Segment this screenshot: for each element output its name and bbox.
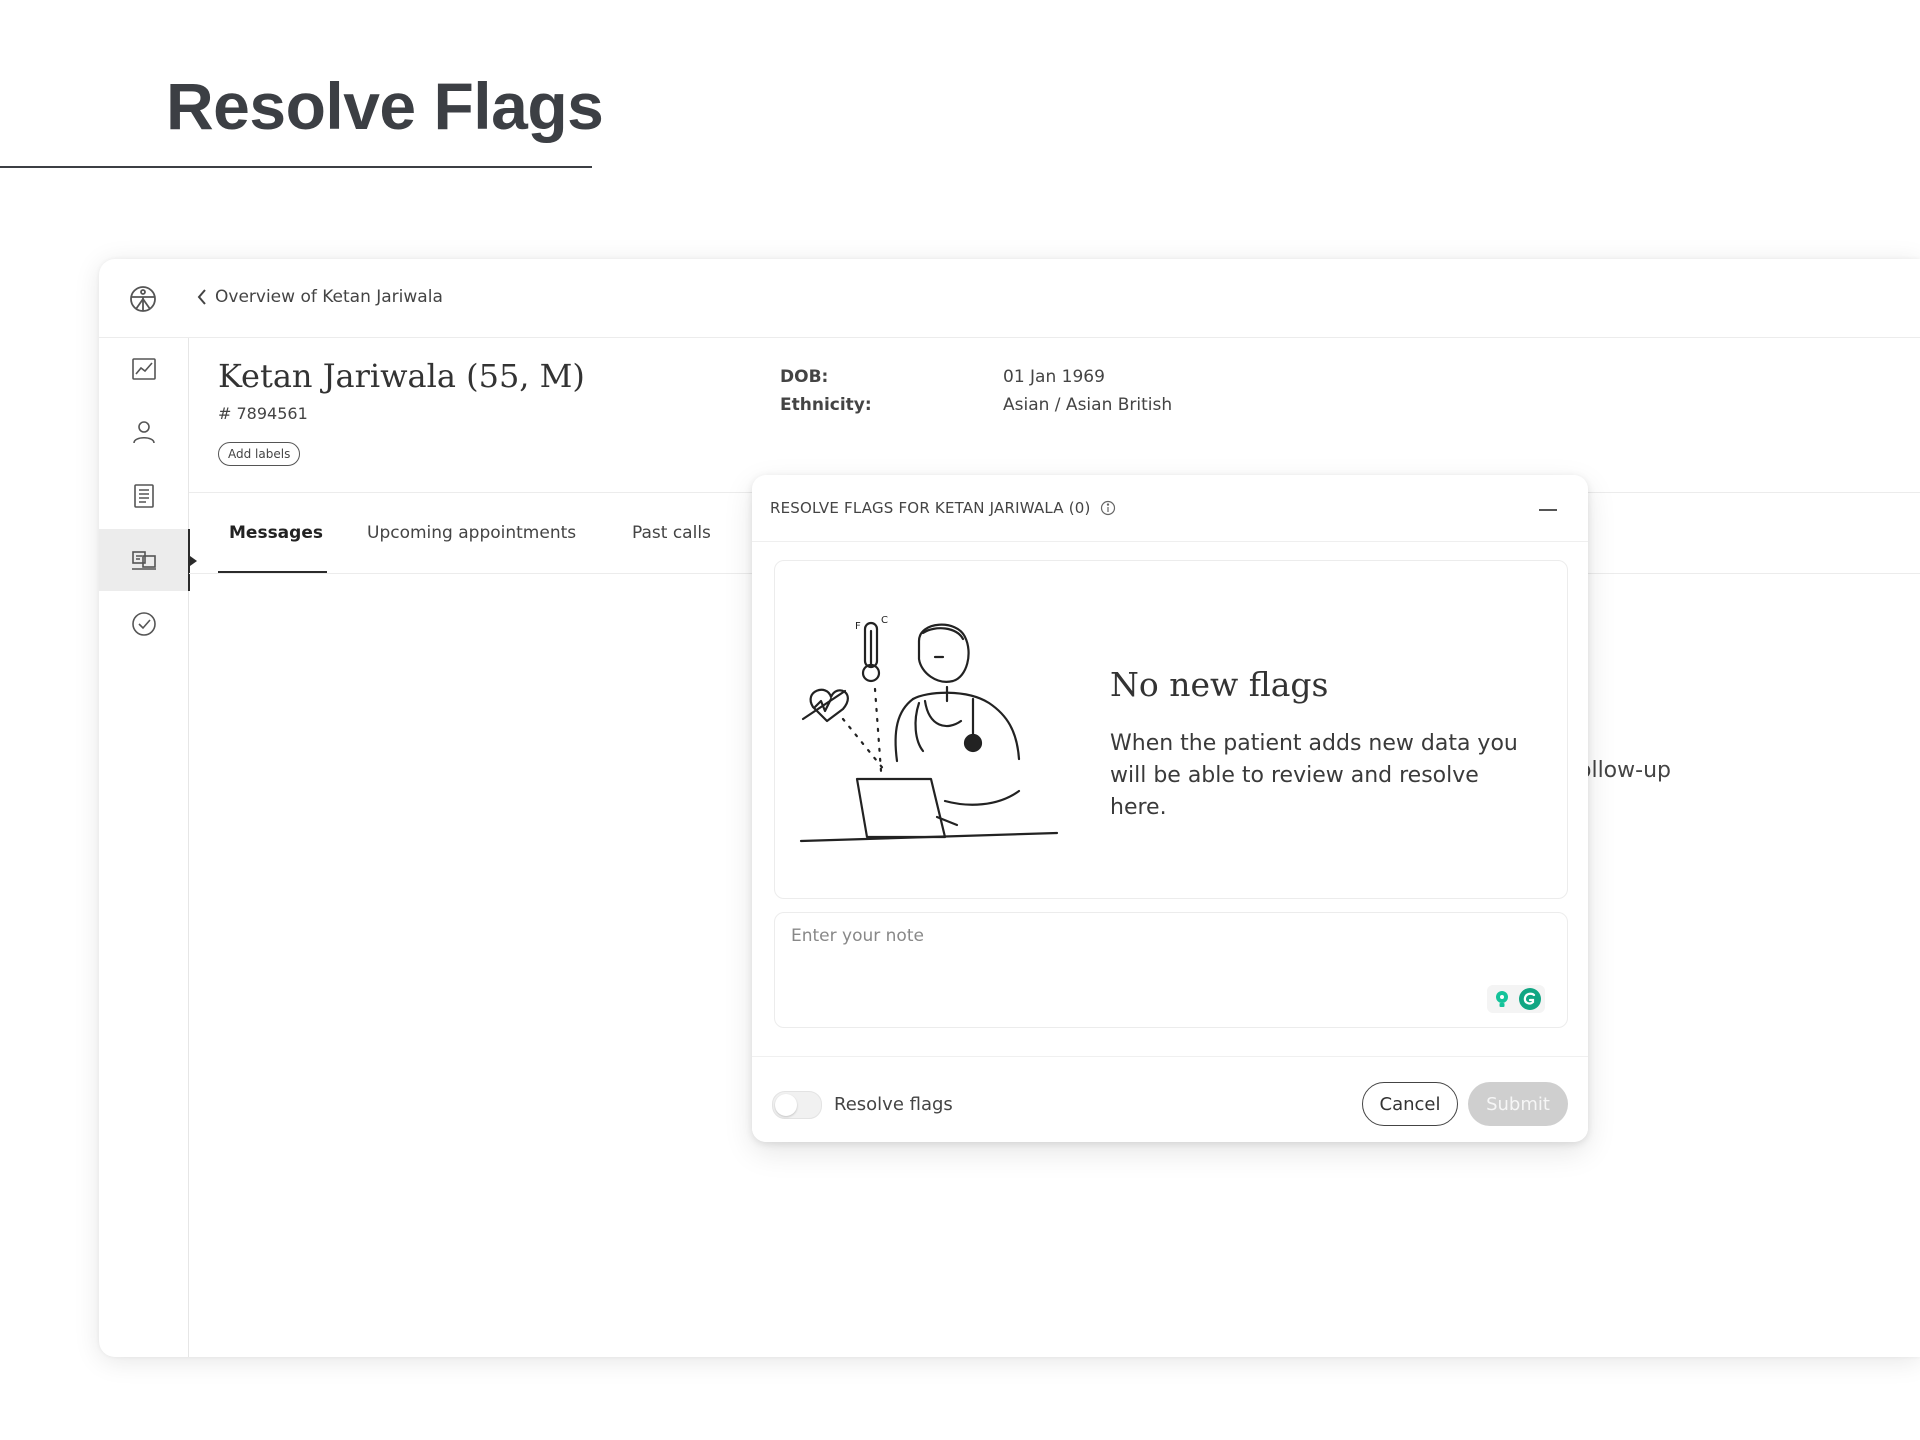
minimize-button[interactable] [1536, 497, 1560, 521]
back-link[interactable]: Overview of Ketan Jariwala [195, 287, 443, 307]
empty-state-description: When the patient adds new data you will … [1110, 731, 1518, 820]
resolve-flags-label: Resolve flags [834, 1094, 953, 1115]
sidebar-item-tasks[interactable] [99, 593, 188, 655]
dob-label: DOB: [780, 367, 829, 387]
note-field[interactable] [774, 912, 1568, 1028]
sidebar [99, 338, 197, 1357]
patient-name: Ketan Jariwala (55, M) [218, 357, 585, 395]
chat-icon [131, 551, 156, 570]
modal-header: RESOLVE FLAGS FOR KETAN JARIWALA (0) [752, 475, 1588, 542]
add-labels-button[interactable]: Add labels [218, 442, 301, 466]
modal-title: RESOLVE FLAGS FOR KETAN JARIWALA (0) [770, 499, 1116, 517]
info-icon[interactable] [1100, 500, 1116, 516]
tab-upcoming-appointments[interactable]: Upcoming appointments [367, 523, 576, 543]
writing-assistant-badge[interactable] [1487, 985, 1545, 1013]
page-title: Resolve Flags [166, 69, 604, 143]
sidebar-item-communications[interactable] [99, 529, 197, 591]
modal-footer: Resolve flags Cancel Submit [752, 1056, 1588, 1142]
chart-icon [131, 358, 156, 380]
document-icon [133, 484, 154, 508]
sidebar-item-notes[interactable] [99, 465, 188, 527]
submit-button[interactable]: Submit [1468, 1082, 1568, 1126]
sidebar-item-profile[interactable] [99, 401, 188, 463]
app-logo-icon[interactable] [129, 285, 157, 313]
background-partial-text: ollow-up [1578, 758, 1671, 783]
patient-id: # 7894561 [218, 404, 308, 423]
title-underline [0, 166, 592, 168]
tab-past-calls[interactable]: Past calls [632, 523, 711, 543]
empty-state-card: F C No new flags When the patient adds n… [774, 560, 1568, 899]
note-input[interactable] [789, 925, 1533, 947]
modal-title-text: RESOLVE FLAGS FOR KETAN JARIWALA (0) [770, 499, 1091, 517]
empty-state-title: No new flags [1110, 665, 1329, 704]
ethnicity-value: Asian / Asian British [1003, 395, 1173, 415]
resolve-flags-modal: RESOLVE FLAGS FOR KETAN JARIWALA (0) F C [752, 475, 1588, 1142]
lightbulb-icon[interactable] [1490, 987, 1514, 1011]
svg-text:F: F [855, 621, 861, 632]
svg-text:C: C [881, 615, 888, 626]
back-link-label: Overview of Ketan Jariwala [215, 287, 443, 307]
resolve-flags-toggle[interactable] [772, 1091, 822, 1119]
grammarly-icon[interactable] [1518, 987, 1542, 1011]
check-circle-icon [131, 612, 156, 636]
sidebar-item-trends[interactable] [99, 338, 188, 400]
top-bar: Overview of Ketan Jariwala [99, 259, 1920, 338]
tab-messages[interactable]: Messages [229, 523, 323, 543]
cancel-button[interactable]: Cancel [1362, 1082, 1458, 1126]
ethnicity-label: Ethnicity: [780, 395, 872, 415]
doctor-illustration-icon: F C [799, 615, 1059, 843]
dob-value: 01 Jan 1969 [1003, 367, 1105, 387]
chevron-left-icon [197, 289, 206, 305]
user-icon [132, 421, 155, 444]
